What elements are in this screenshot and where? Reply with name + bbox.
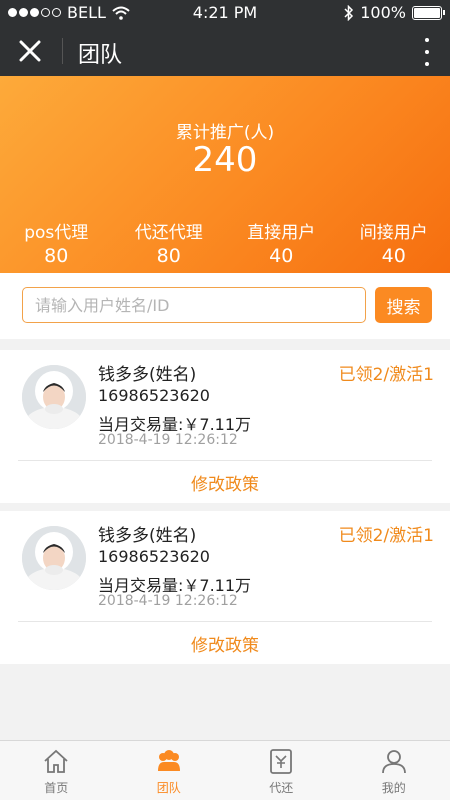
edit-policy-button[interactable]: 修改政策	[0, 631, 450, 656]
tab-team[interactable]: 团队	[113, 741, 226, 800]
stat-value: 80	[44, 245, 69, 267]
stat-label: 直接用户	[247, 223, 316, 243]
tab-label: 代还	[269, 781, 294, 795]
battery-percent: 100%	[360, 3, 406, 22]
tab-label: 首页	[44, 781, 69, 795]
stats-row: pos代理 80 代还代理 80 直接用户 40 间接用户 40	[0, 218, 450, 267]
tab-profile[interactable]: 我的	[338, 741, 450, 800]
stat-repay-agent[interactable]: 代还代理 80	[113, 218, 226, 267]
status-right: 100%	[344, 3, 445, 22]
close-icon[interactable]	[12, 33, 48, 69]
tab-bar: 首页 团队 代还 我的	[0, 740, 450, 800]
team-icon	[157, 750, 180, 771]
tab-repay[interactable]: 代还	[225, 741, 338, 800]
tab-label: 我的	[381, 781, 406, 795]
edit-policy-button[interactable]: 修改政策	[0, 470, 450, 495]
stat-label: 代还代理	[134, 223, 203, 243]
member-phone: 16986523620	[98, 386, 210, 405]
search-input[interactable]	[22, 287, 366, 323]
avatar	[22, 526, 86, 590]
search-button[interactable]: 搜索	[375, 287, 432, 323]
member-time: 2018-4-19 12:26:12	[98, 593, 238, 609]
stat-pos-agent[interactable]: pos代理 80	[0, 218, 113, 267]
stat-indirect-users[interactable]: 间接用户 40	[338, 218, 450, 267]
bluetooth-icon	[344, 4, 354, 21]
stat-value: 40	[381, 245, 406, 267]
member-time: 2018-4-19 12:26:12	[98, 432, 238, 448]
divider	[18, 460, 432, 461]
status-badge: 已领2/激活1	[338, 365, 434, 385]
promotion-summary: 累计推广(人) 240 pos代理 80 代还代理 80 直接用户 40 间接用…	[0, 76, 450, 273]
stat-value: 40	[269, 245, 294, 267]
battery-icon	[412, 5, 445, 20]
status-bar: BELL 4:21 PM 100%	[0, 0, 450, 26]
stat-label: pos代理	[24, 223, 89, 243]
member-name: 钱多多(姓名)	[98, 526, 197, 546]
member-card[interactable]: 钱多多(姓名) 已领2/激活1 16986523620 当月交易量:￥7.11万…	[0, 511, 450, 664]
home-icon	[44, 749, 68, 773]
repay-icon	[270, 749, 293, 774]
divider	[18, 621, 432, 622]
tab-home[interactable]: 首页	[0, 741, 113, 800]
total-value: 240	[192, 140, 258, 180]
nav-bar: 团队	[0, 26, 450, 76]
more-vertical-icon[interactable]	[422, 38, 432, 66]
member-name: 钱多多(姓名)	[98, 365, 197, 385]
avatar	[22, 365, 86, 429]
member-phone: 16986523620	[98, 547, 210, 566]
member-card[interactable]: 钱多多(姓名) 已领2/激活1 16986523620 当月交易量:￥7.11万…	[0, 350, 450, 503]
status-badge: 已领2/激活1	[338, 526, 434, 546]
stat-label: 间接用户	[359, 223, 428, 243]
stat-value: 80	[156, 245, 181, 267]
stat-direct-users[interactable]: 直接用户 40	[225, 218, 338, 267]
page-title: 团队	[78, 43, 123, 68]
tab-label: 团队	[156, 781, 181, 795]
profile-icon	[381, 750, 406, 774]
search-area: 搜索	[0, 273, 450, 339]
nav-divider	[62, 38, 63, 64]
